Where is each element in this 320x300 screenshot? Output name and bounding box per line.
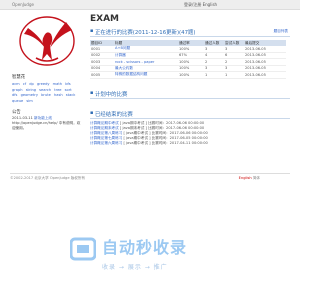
contest-tag: [ java期末考试 ] <box>119 125 147 130</box>
tag-link[interactable]: hash <box>54 93 63 97</box>
sidebar: 智慧花 acm cf dp greedy math bfs graph stri… <box>12 74 82 131</box>
tags-heading: 智慧花 <box>12 75 26 80</box>
cell-tried: 1 <box>224 71 244 79</box>
contest-time: 比赛时间：2017-06-06 00:00:00 <box>151 130 208 135</box>
contest-tag: [ java期中考试 ] <box>123 130 151 135</box>
problem-list-link[interactable]: 题目列表 <box>274 29 288 34</box>
contest-name-link[interactable]: 计算概论期末考试 <box>90 126 119 130</box>
brand-label[interactable]: OpenJudge <box>12 2 34 7</box>
notice-text: http://openjudge.cn/help/ 中有说明，欢迎使用。 <box>12 121 81 130</box>
main-content: EXAM ▪ 正在进行的比赛(2011-12-16更新)(47题) 题目列表 题… <box>90 14 290 146</box>
tag-link[interactable]: geometry <box>21 93 38 97</box>
tag-link[interactable]: sort <box>65 88 72 92</box>
tag-link[interactable]: brute <box>41 93 51 97</box>
lang-english-link[interactable]: English <box>239 176 252 180</box>
cell-title[interactable]: 特殊的数据结构问题 <box>114 71 178 79</box>
top-bar: OpenJudge 登录/注册 English <box>0 0 300 10</box>
contest-name-link[interactable]: 计算概论第七周练习 <box>90 136 122 140</box>
tag-link[interactable]: string <box>26 88 36 92</box>
contest-name-link[interactable]: 计算概论第八周练习 <box>90 131 122 135</box>
tag-link[interactable]: stack <box>66 93 76 97</box>
upcoming-contests-title: 计划中的比赛 <box>95 91 128 98</box>
contest-name-link[interactable]: 计算概论期中考试 <box>90 121 119 125</box>
notice-link[interactable]: 新功能上线 <box>34 116 52 120</box>
pku-eagle-logo <box>19 16 75 66</box>
watermark-logo-icon <box>70 237 96 261</box>
contest-name-link[interactable]: 计算概论第六周练习 <box>90 141 122 145</box>
footer-copyright: ©2002-2017 北京大学 OpenJudge 版权所有 <box>10 176 86 180</box>
bullet-icon: ▪ <box>90 28 94 34</box>
cell-rate: 100% <box>178 71 204 79</box>
table-row[interactable]: 0005 特殊的数据结构问题 100% 1 1 2013-06-05 <box>90 71 286 79</box>
past-contests-title: 已经结束的比赛 <box>95 111 133 118</box>
past-contests-header: ▪ 已经结束的比赛 <box>90 109 290 119</box>
cell-date: 2013-06-05 <box>244 71 286 79</box>
bullet-icon: ▪ <box>90 109 94 116</box>
cell-id: 0005 <box>90 71 114 79</box>
page-title: EXAM <box>90 14 120 24</box>
past-contest-list: 计算概论期中考试 [ java期中考试 ] 比赛时间：2017-06-06 00… <box>90 121 290 146</box>
contest-tag: [ java期中考试 ] <box>123 140 151 145</box>
notice-date: 2011-03-11 <box>12 116 33 120</box>
tag-link[interactable]: graph <box>12 88 23 92</box>
current-contests-title: 正在进行的比赛(2011-12-16更新)(47题) <box>95 30 196 36</box>
contest-tag: [ java期中考试 ] <box>123 135 151 140</box>
watermark-subtitle: 收录 → 展示 → 推广 <box>102 264 168 271</box>
tag-link[interactable]: tree <box>54 88 61 92</box>
tag-link[interactable]: search <box>39 88 51 92</box>
tag-link[interactable]: queue <box>12 99 23 103</box>
login-link[interactable]: 登录/注册 English <box>184 2 217 8</box>
tag-link[interactable]: sim <box>26 99 32 103</box>
tag-link[interactable]: dfs <box>12 93 17 97</box>
contest-time: 比赛时间：2017-06-06 00:00:00 <box>148 125 205 130</box>
tag-link[interactable]: bfs <box>65 82 70 86</box>
footer: ©2002-2017 北京大学 OpenJudge 版权所有 English 简… <box>10 173 290 182</box>
language-switch: English 简体 <box>239 176 260 181</box>
contest-time: 比赛时间：2017-04-11 00:00:00 <box>151 140 208 145</box>
contest-table: 题目ID 标题 通过率 通过人数 尝试人数 最后提交 0001 A+B问题 10… <box>90 40 286 79</box>
contest-time: 比赛时间：2017-06-06 00:00:00 <box>148 120 205 125</box>
tag-link[interactable]: greedy <box>37 82 50 86</box>
cell-passed: 1 <box>204 71 224 79</box>
tag-cloud: acm cf dp greedy math bfs graph string s… <box>12 82 82 104</box>
upcoming-contests-header: ▪ 计划中的比赛 <box>90 89 290 99</box>
tag-link[interactable]: dp <box>29 82 34 86</box>
tag-link[interactable]: cf <box>23 82 26 86</box>
current-contests-header: ▪ 正在进行的比赛(2011-12-16更新)(47题) 题目列表 <box>90 27 290 37</box>
contest-tag: [ java期中考试 ] <box>119 120 147 125</box>
bullet-icon: ▪ <box>90 89 94 96</box>
watermark-title: 自动秒收录 <box>102 238 188 257</box>
watermark: 自动秒收录 收录 → 展示 → 推广 <box>70 236 270 276</box>
lang-chinese-link[interactable]: 简体 <box>253 176 260 180</box>
notice-body: 2011-03-11 新功能上线 http://openjudge.cn/hel… <box>12 116 82 131</box>
notice-heading: 公告 <box>12 110 21 115</box>
contest-time: 比赛时间：2017-06-05 00:00:00 <box>151 135 208 140</box>
tag-link[interactable]: acm <box>12 82 20 86</box>
tag-link[interactable]: math <box>53 82 62 86</box>
list-item: 计算概论第六周练习 [ java期中考试 ] 比赛时间：2017-04-11 0… <box>90 141 290 146</box>
